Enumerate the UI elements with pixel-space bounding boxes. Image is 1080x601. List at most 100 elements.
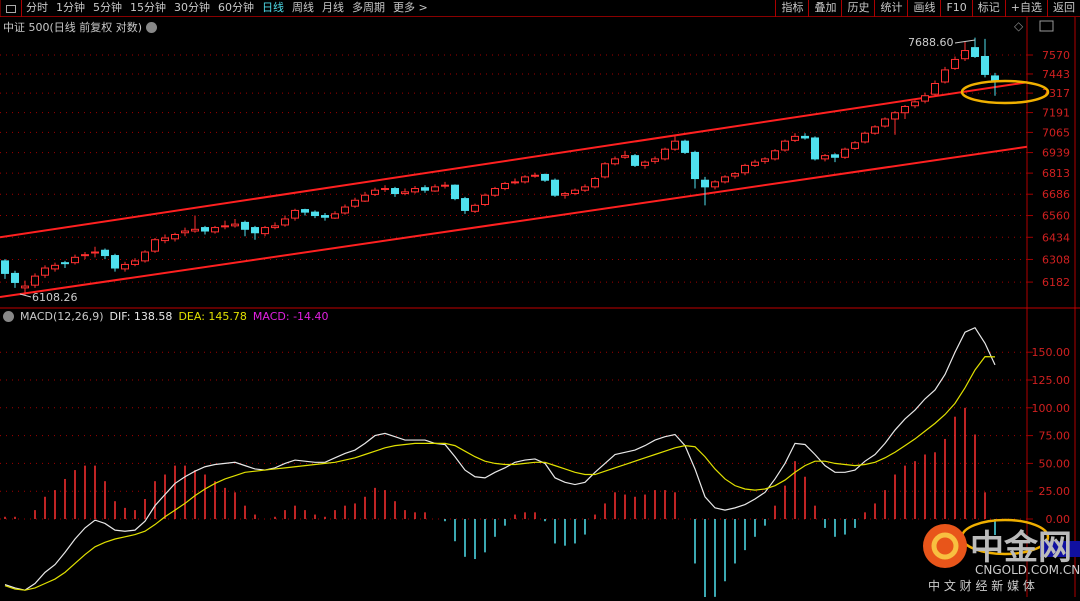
candle-up	[741, 164, 749, 174]
candle-up	[131, 260, 139, 265]
candle-up	[771, 150, 779, 160]
candle-up	[151, 239, 159, 252]
candle-down	[811, 137, 819, 160]
candle-down	[241, 221, 249, 230]
candle-up	[841, 148, 849, 158]
candle-up	[81, 254, 89, 257]
candle-up	[721, 176, 729, 183]
price-tick-label: 6813	[1042, 167, 1070, 180]
candle-up	[141, 251, 149, 262]
candle-down	[831, 154, 839, 158]
candle-up	[271, 225, 279, 229]
candle-down	[631, 155, 639, 166]
candle-up	[571, 189, 579, 195]
candle-up	[921, 95, 929, 102]
candle-down	[541, 173, 549, 181]
candle-up	[961, 50, 969, 60]
candle-up	[21, 285, 29, 289]
price-tick-label: 6939	[1042, 147, 1070, 160]
candle-up	[711, 181, 719, 188]
candle-up	[341, 206, 349, 214]
macd-tick-label: 75.00	[1039, 430, 1071, 443]
candle-up	[431, 186, 439, 192]
candle-up	[561, 193, 569, 196]
candle-up	[121, 263, 129, 270]
highlight-ellipse	[960, 79, 1050, 105]
candle-up	[331, 213, 339, 219]
layout-icon	[1039, 20, 1054, 32]
candle-down	[991, 75, 999, 81]
candle-up	[471, 204, 479, 212]
candle-up	[861, 132, 869, 143]
macd-tick-label: 25.00	[1039, 485, 1071, 498]
candle-up	[291, 209, 299, 219]
candle-up	[281, 218, 289, 226]
candle-up	[871, 126, 879, 134]
candle-up	[91, 251, 99, 254]
max-price-label: 7688.60	[908, 36, 954, 49]
candle-down	[681, 140, 689, 153]
candle-up	[621, 155, 629, 158]
svg-text:中金网: 中金网	[970, 528, 1072, 568]
candle-up	[161, 237, 169, 242]
candle-down	[421, 187, 429, 191]
lower-channel-line	[0, 145, 1028, 299]
candle-up	[191, 228, 199, 232]
candle-up	[481, 194, 489, 205]
candle-up	[171, 233, 179, 240]
candle-up	[591, 178, 599, 188]
candle-up	[851, 142, 859, 149]
candle-down	[1, 260, 9, 274]
candle-up	[791, 135, 799, 141]
candle-up	[671, 140, 679, 150]
candle-up	[41, 267, 49, 276]
candle-down	[981, 55, 989, 75]
min-price-label: 6108.26	[32, 291, 78, 304]
candle-up	[581, 186, 589, 191]
logo-icon	[923, 524, 967, 568]
candle-up	[761, 158, 769, 162]
candle-down	[311, 211, 319, 217]
candle-up	[901, 106, 909, 114]
candle-up	[211, 227, 219, 233]
price-tick-label: 6434	[1042, 231, 1070, 244]
upper-channel-line	[0, 81, 1028, 239]
candle-up	[181, 230, 189, 234]
macd-tick-label: 100.00	[1032, 402, 1071, 415]
candle-up	[911, 101, 919, 107]
price-tick-label: 7443	[1042, 68, 1070, 81]
candle-up	[351, 199, 359, 207]
candle-up	[71, 256, 79, 264]
macd-tick-label: 50.00	[1039, 457, 1071, 470]
candle-up	[601, 163, 609, 178]
candle-down	[801, 135, 809, 139]
candle-up	[51, 264, 59, 270]
candle-up	[371, 189, 379, 195]
price-tick-label: 7191	[1042, 107, 1070, 120]
candle-down	[451, 184, 459, 200]
candle-down	[691, 151, 699, 180]
macd-tick-label: 125.00	[1032, 374, 1071, 387]
candle-up	[501, 183, 509, 190]
price-tick-label: 6308	[1042, 253, 1070, 266]
candle-up	[531, 174, 539, 177]
candle-up	[411, 188, 419, 193]
svg-text:中 文 财 经 新 媒 体: 中 文 财 经 新 媒 体	[928, 578, 1035, 593]
candle-up	[231, 223, 239, 227]
candle-up	[611, 158, 619, 165]
candle-up	[731, 173, 739, 177]
candle-down	[461, 198, 469, 211]
candle-down	[971, 47, 979, 57]
price-tick-label: 7065	[1042, 126, 1070, 139]
candle-up	[511, 181, 519, 184]
chart-canvas[interactable]: ◇757074437317719170656939681366866560643…	[0, 0, 1080, 597]
candle-up	[881, 118, 889, 127]
macd-tick-label: 150.00	[1032, 346, 1071, 359]
candle-down	[551, 179, 559, 196]
candle-down	[301, 209, 309, 213]
candle-down	[11, 272, 19, 283]
candle-down	[201, 227, 209, 232]
candle-up	[261, 227, 269, 235]
candle-down	[391, 188, 399, 195]
candle-up	[931, 82, 939, 95]
